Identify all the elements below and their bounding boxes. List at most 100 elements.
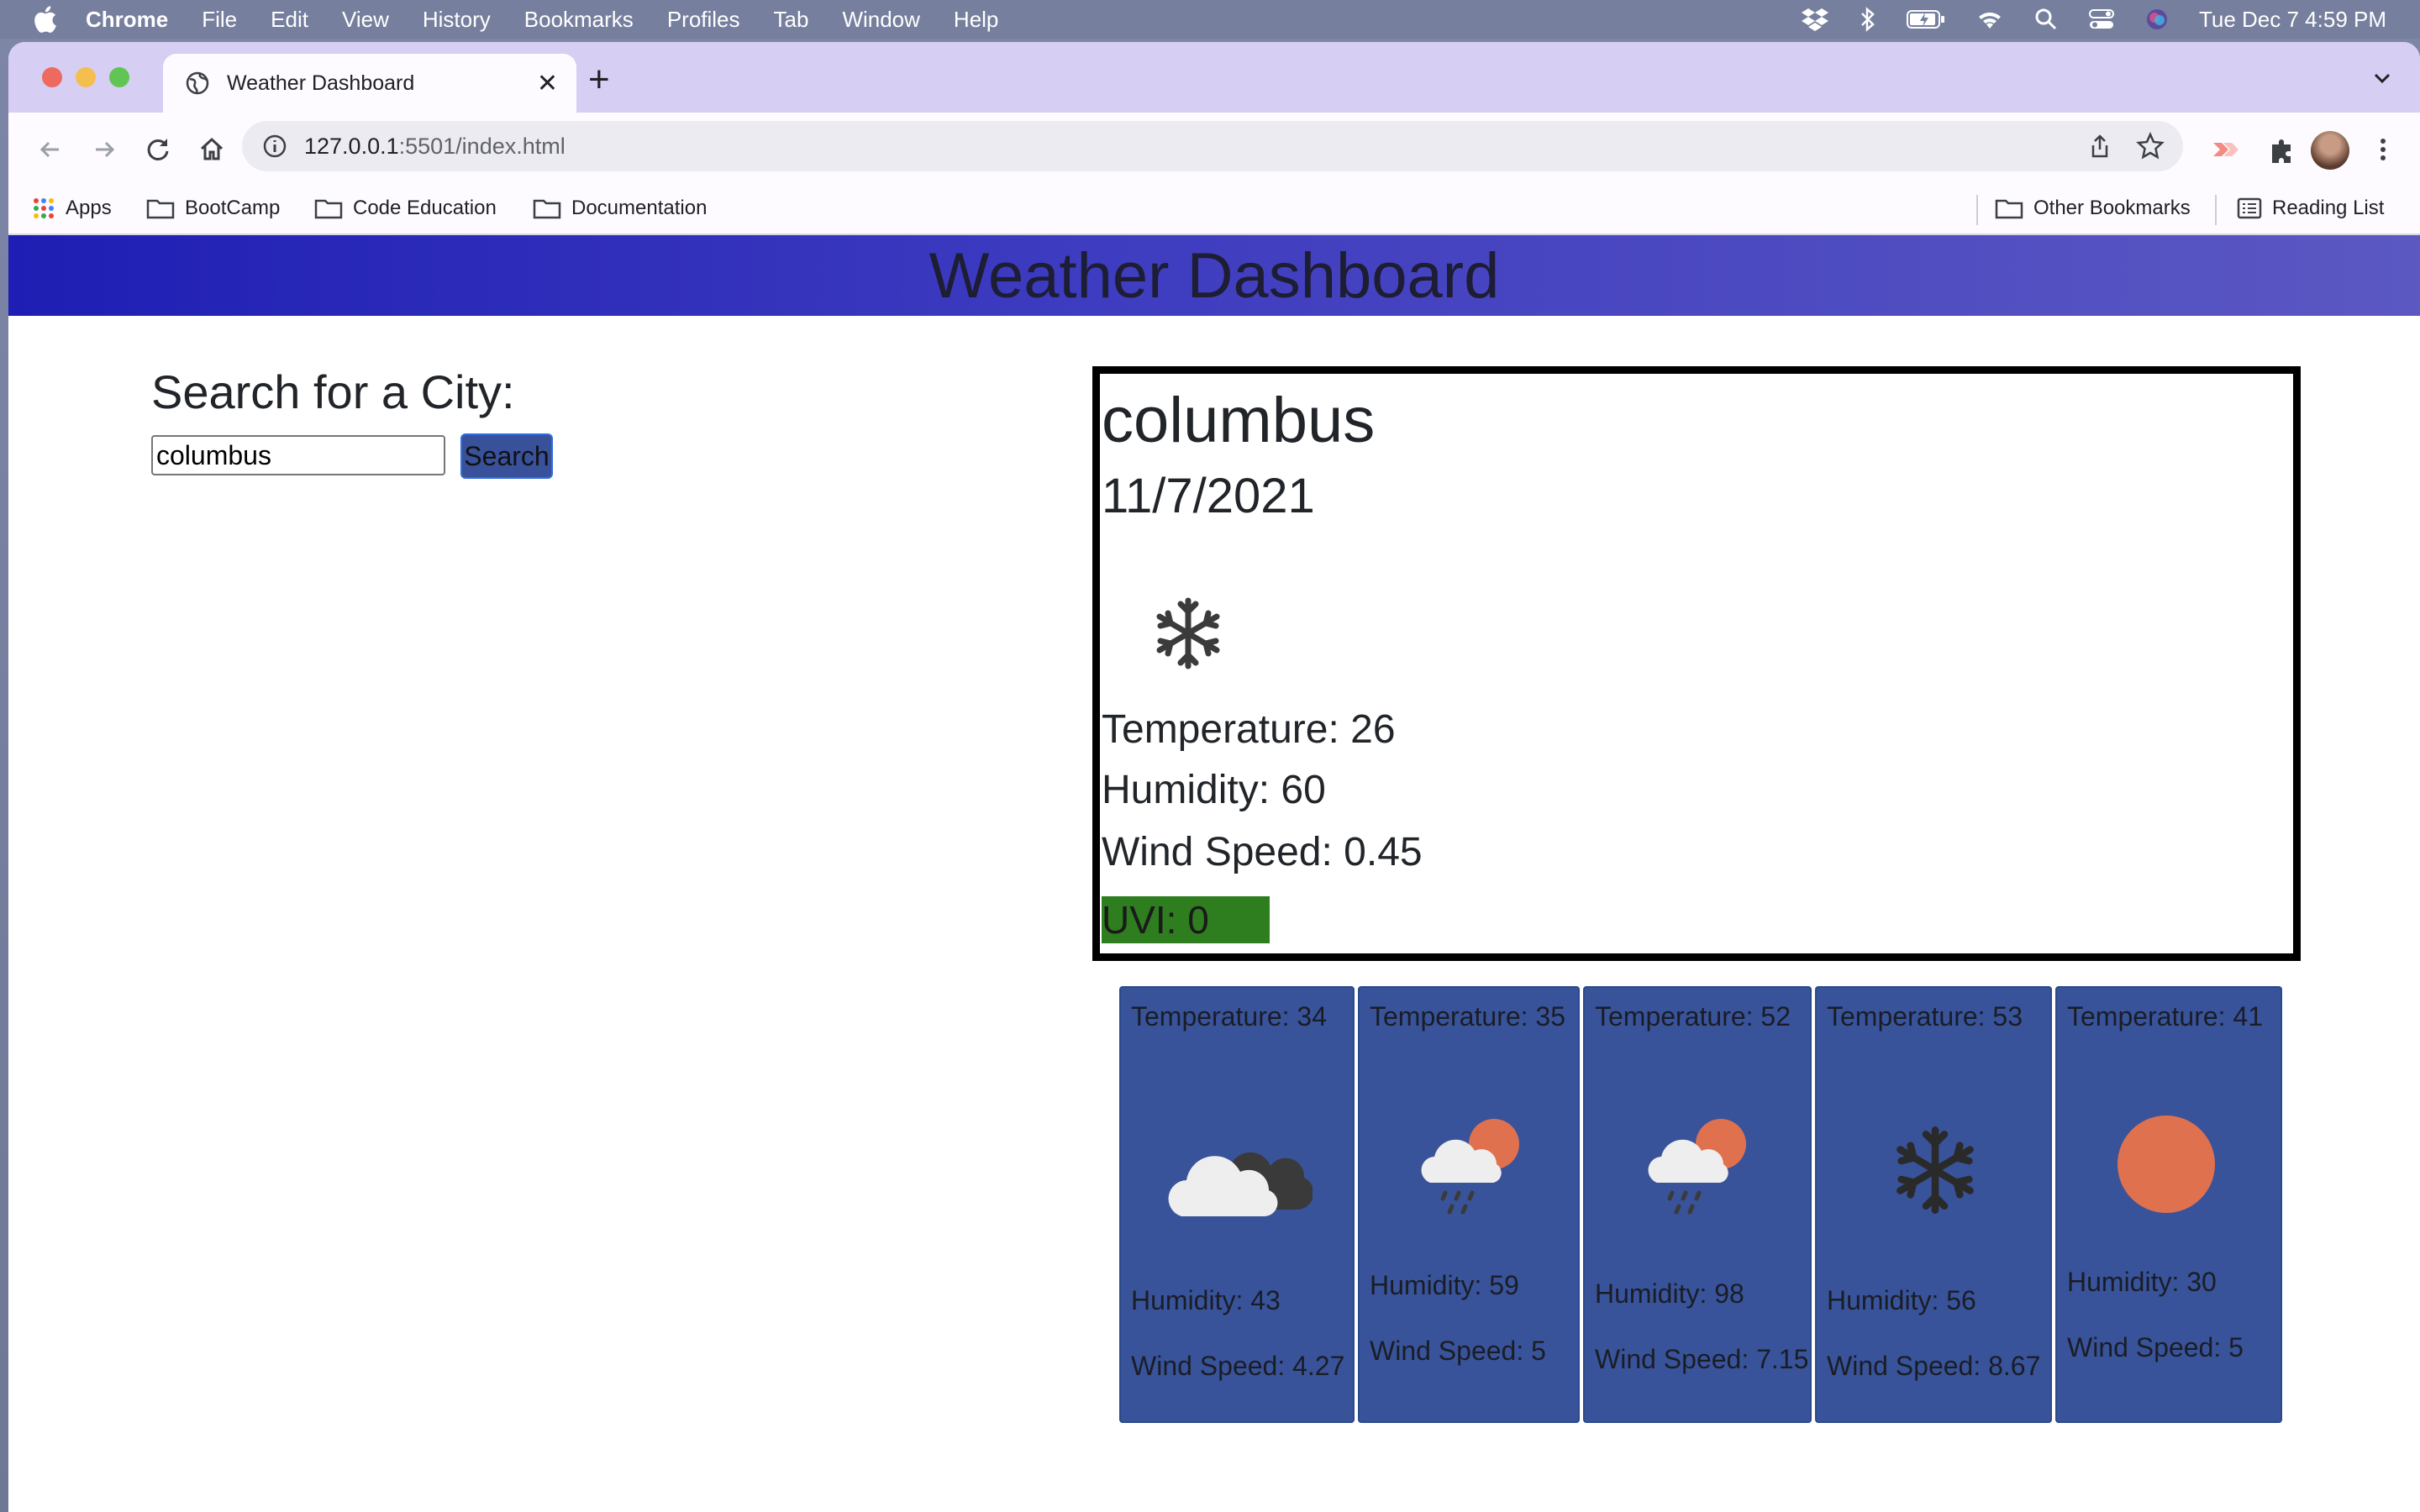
macos-menubar: Chrome File Edit View History Bookmarks … [0, 0, 2420, 39]
new-tab-button[interactable]: + [588, 59, 610, 101]
bookmark-folder-documentation[interactable]: Documentation [533, 197, 707, 220]
cloudy-icon [1168, 1152, 1313, 1217]
page-header: Weather Dashboard [8, 235, 2420, 316]
url-text[interactable]: 127.0.0.1:5501/index.html [304, 134, 566, 160]
bookmark-star-icon[interactable] [2136, 132, 2165, 160]
forecast-temperature: Temperature: 41 [2067, 1001, 2264, 1032]
tab-search-chevron-icon[interactable] [2371, 67, 2393, 89]
tab-strip: Weather Dashboard ✕ + [8, 42, 2420, 113]
forecast-card: Temperature: 41 Humidity: 30 Wind Speed:… [2055, 986, 2282, 1423]
back-icon[interactable] [34, 133, 67, 166]
reading-list-button[interactable]: Reading List [2237, 197, 2384, 220]
search-label: Search for a City: [151, 365, 515, 418]
siri-icon[interactable] [2145, 8, 2169, 31]
web-page: Weather Dashboard Search for a City: Sea… [8, 235, 2420, 1512]
forecast-card: Temperature: 52 Humidity: 98 Wind Speed:… [1583, 986, 1812, 1423]
tab-title: Weather Dashboard [227, 71, 415, 95]
bookmarks-divider [1976, 195, 1978, 225]
menu-help[interactable]: Help [954, 7, 998, 33]
menu-tab[interactable]: Tab [774, 7, 809, 33]
forecast-humidity: Humidity: 43 [1131, 1285, 1281, 1315]
reading-list-label: Reading List [2272, 197, 2385, 219]
close-window-button[interactable] [42, 67, 62, 87]
chrome-menu-icon[interactable] [2378, 133, 2388, 166]
forecast-card: Temperature: 35 Humidity: 59 Wind Speed:… [1358, 986, 1580, 1423]
menu-window[interactable]: Window [842, 7, 919, 33]
rain-sun-icon [1648, 1119, 1746, 1215]
url-host: 127.0.0.1 [304, 133, 399, 159]
current-temperature: Temperature: 26 [1102, 707, 1396, 752]
extension-cast-icon[interactable] [2208, 133, 2242, 166]
tab-weather-dashboard[interactable]: Weather Dashboard ✕ [163, 54, 576, 113]
forecast-wind-speed: Wind Speed: 5 [2067, 1332, 2244, 1362]
menu-history[interactable]: History [423, 7, 491, 33]
menu-chrome[interactable]: Chrome [86, 7, 168, 33]
profile-avatar[interactable] [2311, 131, 2349, 170]
forecast-humidity: Humidity: 30 [2067, 1267, 2217, 1297]
folder-icon [533, 199, 561, 219]
menubar-clock[interactable]: Tue Dec 7 4:59 PM [2199, 7, 2386, 33]
bookmark-label: BootCamp [185, 197, 281, 219]
page-title: Weather Dashboard [929, 239, 1500, 312]
folder-icon [1995, 199, 2023, 219]
forecast-temperature: Temperature: 52 [1595, 1001, 1791, 1032]
address-bar[interactable]: 127.0.0.1:5501/index.html [242, 121, 2183, 171]
forecast-humidity: Humidity: 59 [1370, 1270, 1519, 1300]
apple-icon[interactable] [32, 5, 57, 34]
control-center-icon[interactable] [2088, 8, 2115, 31]
snowflake-icon [1156, 597, 1220, 669]
home-icon[interactable] [195, 133, 229, 166]
forecast-wind-speed: Wind Speed: 7.15 [1595, 1344, 1809, 1374]
search-button[interactable]: Search [460, 433, 553, 479]
current-humidity: Humidity: 60 [1102, 768, 1326, 812]
bookmark-label: Documentation [571, 197, 708, 219]
current-weather-panel: columbus 11/7/2021 Temperature: 26 Humid… [1092, 366, 2301, 961]
forecast-humidity: Humidity: 56 [1827, 1285, 1976, 1315]
extensions-puzzle-icon[interactable] [2265, 133, 2299, 166]
globe-icon [186, 71, 209, 95]
folder-icon [146, 199, 175, 219]
menu-profiles[interactable]: Profiles [667, 7, 740, 33]
forecast-wind-speed: Wind Speed: 8.67 [1827, 1351, 2041, 1381]
dropbox-icon[interactable] [1801, 7, 1829, 32]
forward-icon[interactable] [87, 133, 121, 166]
folder-icon [314, 199, 343, 219]
forecast-temperature: Temperature: 35 [1370, 1001, 1566, 1032]
current-city: columbus [1102, 385, 1376, 456]
site-info-icon[interactable] [262, 134, 287, 159]
bookmark-label: Apps [66, 197, 112, 219]
uv-index-badge: UVI: 0 [1102, 896, 1270, 943]
sun-icon [2118, 1116, 2215, 1213]
bookmark-label: Code Education [353, 197, 497, 219]
browser-window: Weather Dashboard ✕ + 127.0.0.1:5501/ind… [8, 42, 2420, 1512]
menu-edit[interactable]: Edit [271, 7, 308, 33]
zoom-window-button[interactable] [109, 67, 129, 87]
menu-file[interactable]: File [202, 7, 237, 33]
bookmark-folder-code-education[interactable]: Code Education [314, 197, 497, 220]
browser-toolbar: 127.0.0.1:5501/index.html [8, 113, 2420, 186]
current-wind-speed: Wind Speed: 0.45 [1102, 830, 1423, 874]
city-search-input[interactable] [151, 435, 445, 475]
current-date: 11/7/2021 [1102, 469, 1315, 523]
close-tab-icon[interactable]: ✕ [537, 69, 558, 98]
bookmark-folder-bootcamp[interactable]: BootCamp [146, 197, 280, 220]
bluetooth-icon[interactable] [1860, 7, 1876, 32]
reading-list-icon [2237, 197, 2262, 219]
snowflake-icon [1897, 1126, 1974, 1214]
wifi-icon[interactable] [1975, 8, 2004, 30]
bookmark-folder-other[interactable]: Other Bookmarks [1995, 197, 2191, 220]
other-bookmarks-label: Other Bookmarks [2033, 197, 2191, 219]
menu-view[interactable]: View [342, 7, 389, 33]
forecast-temperature: Temperature: 53 [1827, 1001, 2023, 1032]
apps-grid-icon [34, 198, 54, 218]
bookmark-apps[interactable]: Apps [32, 197, 112, 220]
minimize-window-button[interactable] [76, 67, 96, 87]
url-path: :5501/index.html [398, 133, 566, 159]
forecast-temperature: Temperature: 34 [1131, 1001, 1328, 1032]
battery-icon[interactable] [1906, 9, 1945, 29]
forecast-card: Temperature: 34 Humidity: 43 Wind Speed:… [1119, 986, 1355, 1423]
reload-icon[interactable] [141, 133, 175, 166]
spotlight-search-icon[interactable] [2034, 8, 2058, 31]
share-icon[interactable] [2087, 134, 2112, 159]
menu-bookmarks[interactable]: Bookmarks [524, 7, 634, 33]
